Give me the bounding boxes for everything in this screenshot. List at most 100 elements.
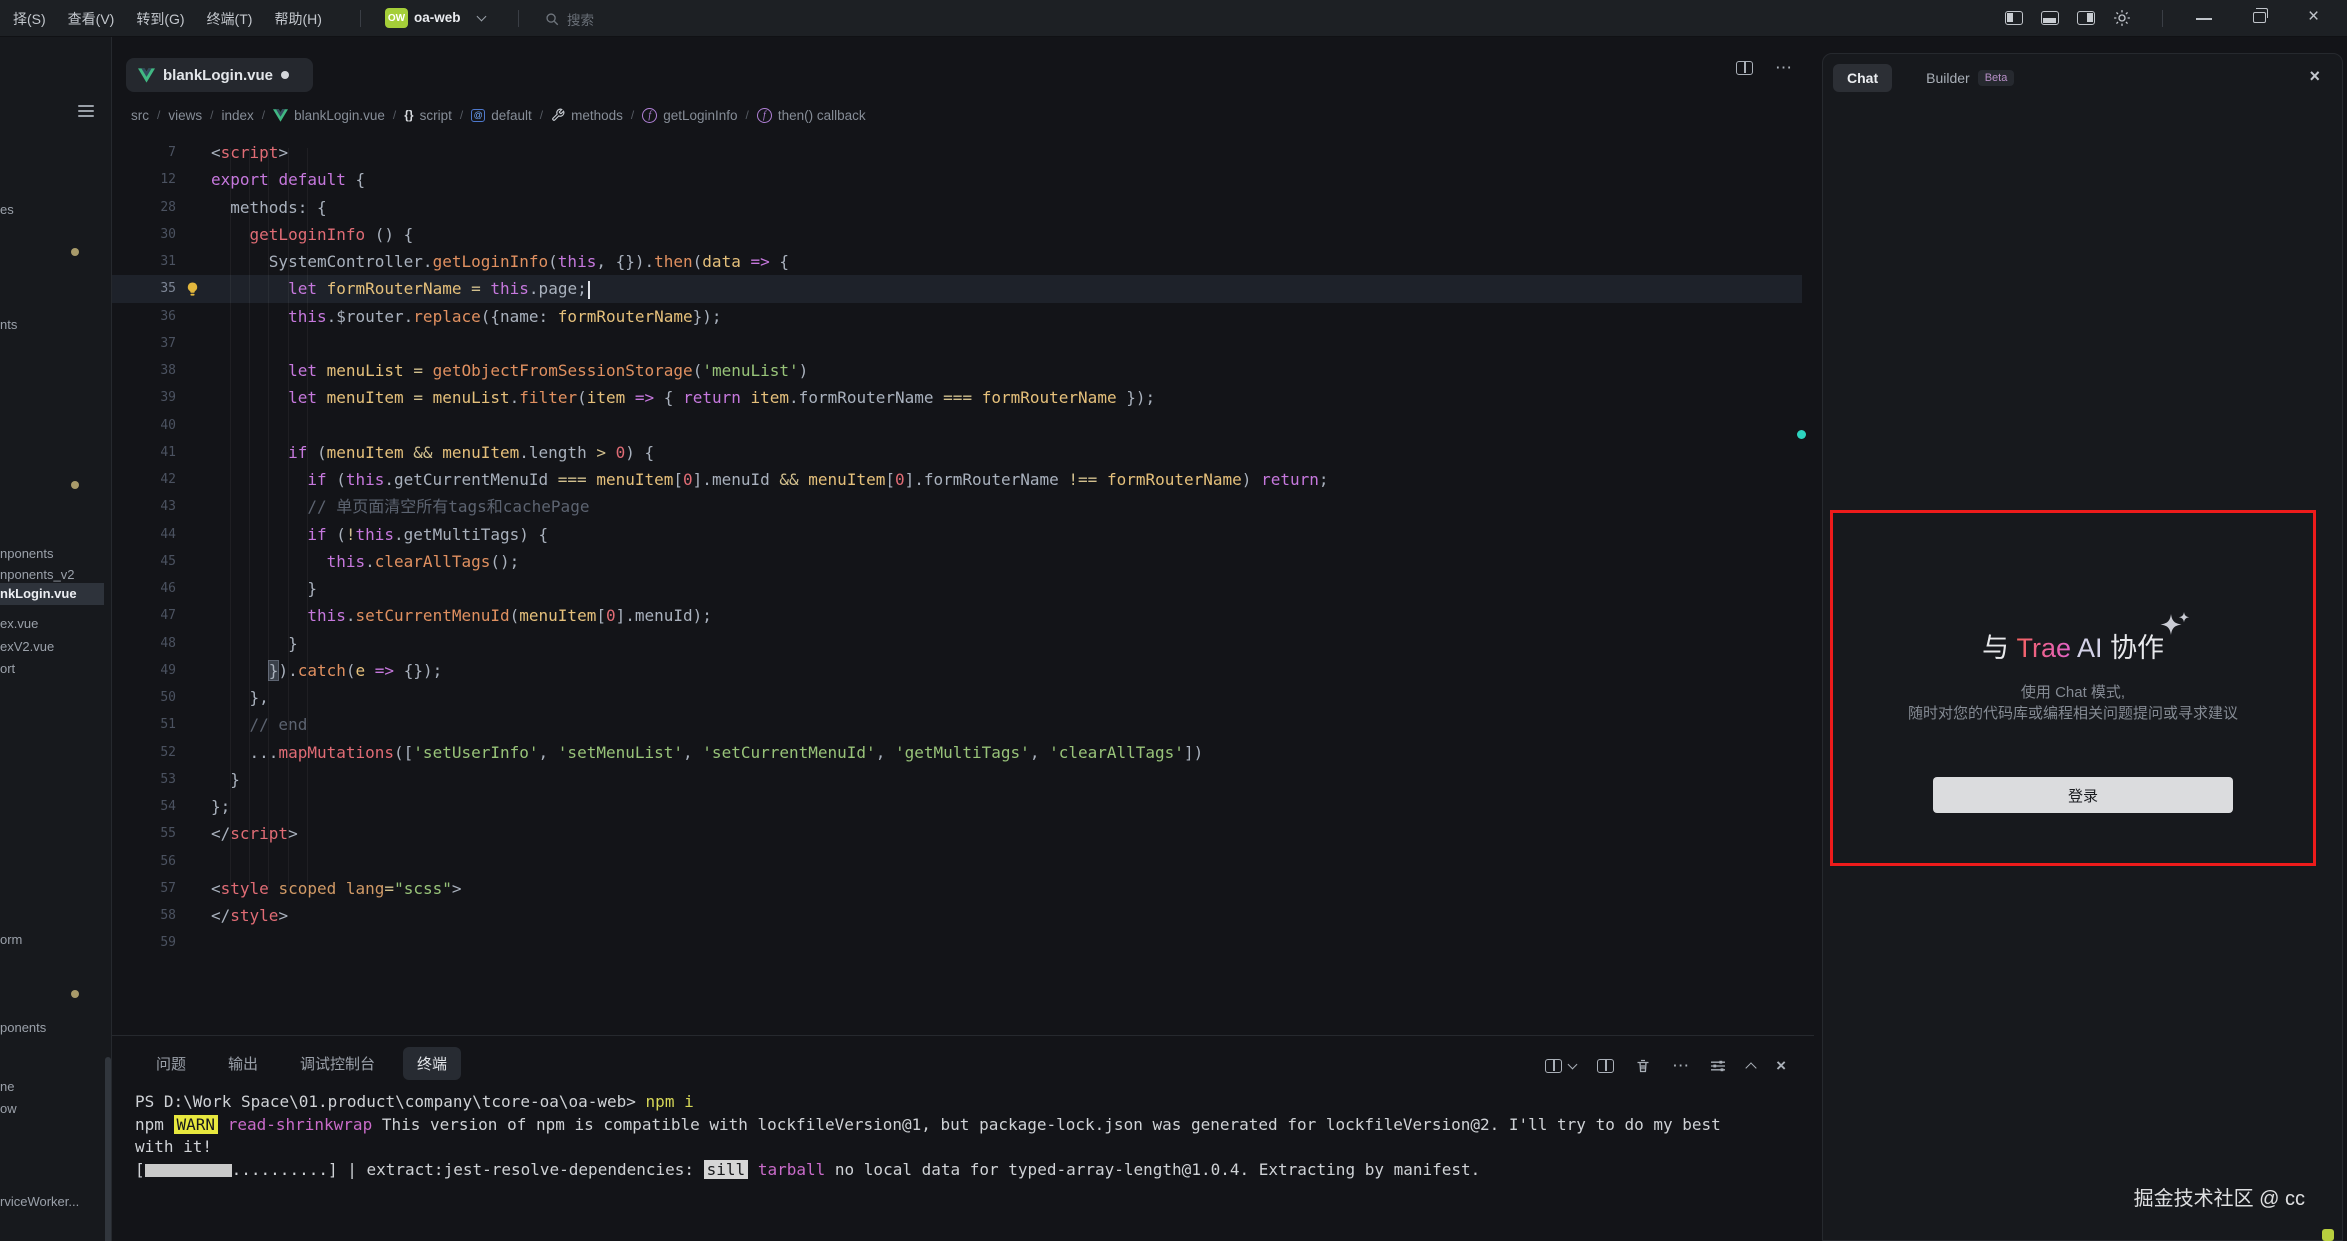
breadcrumb-item-blankLoginvue[interactable]: blankLogin.vue xyxy=(273,108,385,123)
sidebar-scrollbar[interactable] xyxy=(105,1057,111,1241)
menu-item-查看(V)[interactable]: 查看(V) xyxy=(57,9,126,29)
breadcrumb-item-methods[interactable]: methods xyxy=(551,108,623,123)
launch-profile-button[interactable] xyxy=(1545,1059,1576,1073)
menu-item-择(S)[interactable]: 择(S) xyxy=(2,9,57,29)
function-icon: f xyxy=(642,108,657,123)
code-line-35[interactable]: 35 let formRouterName = this.page; xyxy=(112,275,1802,302)
sidebar-item[interactable]: ponents xyxy=(0,1017,104,1039)
code-editor[interactable]: 7<script>12export default {28 methods: {… xyxy=(112,139,1814,999)
menu-item-终端(T)[interactable]: 终端(T) xyxy=(196,9,264,29)
more-actions-icon[interactable]: ⋯ xyxy=(1775,63,1792,73)
split-terminal-icon[interactable] xyxy=(1597,1059,1614,1073)
sidebar-item[interactable]: ow xyxy=(0,1098,104,1120)
close-window-button[interactable]: × xyxy=(2308,6,2319,28)
sidebar-item[interactable]: rviceWorker... xyxy=(0,1191,104,1213)
ai-tab-builder[interactable]: BuilderBeta xyxy=(1912,64,2028,92)
code-line-31[interactable]: 31 SystemController.getLoginInfo(this, {… xyxy=(112,248,1802,275)
breadcrumb-separator-icon: / xyxy=(746,108,749,122)
toggle-bottom-panel-button[interactable] xyxy=(2041,11,2059,25)
sidebar-item[interactable]: ort xyxy=(0,658,104,680)
sidebar-item[interactable]: orm xyxy=(0,929,104,951)
trash-icon[interactable] xyxy=(1635,1058,1651,1074)
code-line-59[interactable]: 59 xyxy=(112,929,1802,956)
gutter-slot xyxy=(176,466,211,493)
code-line-40[interactable]: 40 xyxy=(112,412,1802,439)
code-line-36[interactable]: 36 this.$router.replace({name: formRoute… xyxy=(112,303,1802,330)
panel-tab-问题[interactable]: 问题 xyxy=(142,1047,200,1080)
code-line-46[interactable]: 46 } xyxy=(112,575,1802,602)
code-line-41[interactable]: 41 if (menuItem && menuItem.length > 0) … xyxy=(112,439,1802,466)
code-line-55[interactable]: 55</script> xyxy=(112,820,1802,847)
breadcrumb-item-getLoginInfo[interactable]: fgetLoginInfo xyxy=(642,108,737,123)
code-line-51[interactable]: 51 // end xyxy=(112,711,1802,738)
code-line-30[interactable]: 30 getLoginInfo () { xyxy=(112,221,1802,248)
breadcrumb-item-script[interactable]: {}script xyxy=(404,108,452,123)
gear-icon[interactable] xyxy=(2113,9,2131,32)
menu-item-转到(G)[interactable]: 转到(G) xyxy=(125,9,195,29)
menu-item-帮助(H)[interactable]: 帮助(H) xyxy=(263,9,332,29)
code-line-52[interactable]: 52 ...mapMutations(['setUserInfo', 'setM… xyxy=(112,739,1802,766)
code-line-37[interactable]: 37 xyxy=(112,330,1802,357)
split-editor-icon[interactable] xyxy=(1736,61,1753,75)
code-line-39[interactable]: 39 let menuItem = menuList.filter(item =… xyxy=(112,384,1802,411)
line-number: 43 xyxy=(112,499,176,514)
breadcrumb-item-views[interactable]: views xyxy=(168,108,202,123)
sidebar-item[interactable]: nts xyxy=(0,314,104,336)
code-line-54[interactable]: 54}; xyxy=(112,793,1802,820)
code-line-49[interactable]: 49 }).catch(e => {}); xyxy=(112,657,1802,684)
search-placeholder: 搜索 xyxy=(567,9,594,29)
code-line-7[interactable]: 7<script> xyxy=(112,139,1802,166)
toggle-right-panel-button[interactable] xyxy=(2077,11,2095,25)
sidebar-item[interactable]: ne xyxy=(0,1076,104,1098)
minimize-button[interactable] xyxy=(2196,18,2212,20)
code-line-42[interactable]: 42 if (this.getCurrentMenuId === menuIte… xyxy=(112,466,1802,493)
more-actions-icon[interactable]: ⋯ xyxy=(1672,1061,1689,1071)
sidebar-item[interactable]: ex.vue xyxy=(0,613,104,635)
code-line-47[interactable]: 47 this.setCurrentMenuId(menuItem[0].men… xyxy=(112,602,1802,629)
code-line-57[interactable]: 57<style scoped lang="scss"> xyxy=(112,875,1802,902)
line-number: 37 xyxy=(112,336,176,351)
breadcrumb-item-thencallback[interactable]: fthen() callback xyxy=(757,108,866,123)
ai-tab-chat[interactable]: Chat xyxy=(1833,64,1892,92)
panel-tab-输出[interactable]: 输出 xyxy=(214,1047,272,1080)
code-line-12[interactable]: 12export default { xyxy=(112,166,1802,193)
code-line-28[interactable]: 28 methods: { xyxy=(112,194,1802,221)
code-text: } xyxy=(211,630,298,657)
login-button[interactable]: 登录 xyxy=(1933,777,2233,813)
breadcrumb-item-default[interactable]: @default xyxy=(471,108,532,123)
restore-button[interactable] xyxy=(2253,12,2266,23)
close-ai-panel-icon[interactable]: × xyxy=(2309,66,2320,87)
chevron-down-icon[interactable] xyxy=(477,12,487,22)
project-name[interactable]: oa-web xyxy=(414,10,461,25)
project-badge[interactable]: OW xyxy=(385,8,408,28)
code-line-58[interactable]: 58</style> xyxy=(112,902,1802,929)
lightbulb-slot[interactable] xyxy=(185,281,200,301)
code-line-45[interactable]: 45 this.clearAllTags(); xyxy=(112,548,1802,575)
sidebar-item-selected[interactable]: nkLogin.vue xyxy=(0,583,104,605)
lightbulb-icon[interactable] xyxy=(185,281,200,297)
terminal-output[interactable]: PS D:\Work Space\01.product\company\tcor… xyxy=(135,1091,1721,1181)
toggle-left-panel-button[interactable] xyxy=(2005,11,2023,25)
modified-dot-icon xyxy=(71,990,79,998)
code-line-53[interactable]: 53 } xyxy=(112,766,1802,793)
code-line-56[interactable]: 56 xyxy=(112,848,1802,875)
sidebar-item[interactable]: exV2.vue xyxy=(0,636,104,658)
filter-sliders-icon[interactable] xyxy=(1710,1058,1726,1074)
close-panel-icon[interactable]: × xyxy=(1776,1056,1786,1076)
breadcrumb-item-src[interactable]: src xyxy=(131,108,149,123)
unsaved-dot-icon[interactable] xyxy=(281,71,289,79)
panel-tab-调试控制台[interactable]: 调试控制台 xyxy=(286,1047,389,1080)
code-line-50[interactable]: 50 }, xyxy=(112,684,1802,711)
sidebar-item[interactable]: es xyxy=(0,199,104,221)
maximize-panel-icon[interactable] xyxy=(1745,1062,1756,1073)
code-line-43[interactable]: 43 // 单页面清空所有tags和cachePage xyxy=(112,493,1802,520)
editor-tab-blankLogin[interactable]: blankLogin.vue xyxy=(126,58,313,92)
code-line-44[interactable]: 44 if (!this.getMultiTags) { xyxy=(112,521,1802,548)
panel-tab-终端[interactable]: 终端 xyxy=(403,1047,461,1080)
sidebar-item[interactable]: nponents xyxy=(0,543,104,565)
breadcrumb-item-index[interactable]: index xyxy=(221,108,253,123)
code-line-38[interactable]: 38 let menuList = getObjectFromSessionSt… xyxy=(112,357,1802,384)
code-line-48[interactable]: 48 } xyxy=(112,630,1802,657)
search-input[interactable]: 搜索 xyxy=(545,9,594,29)
explorer-menu-icon[interactable] xyxy=(78,105,94,120)
